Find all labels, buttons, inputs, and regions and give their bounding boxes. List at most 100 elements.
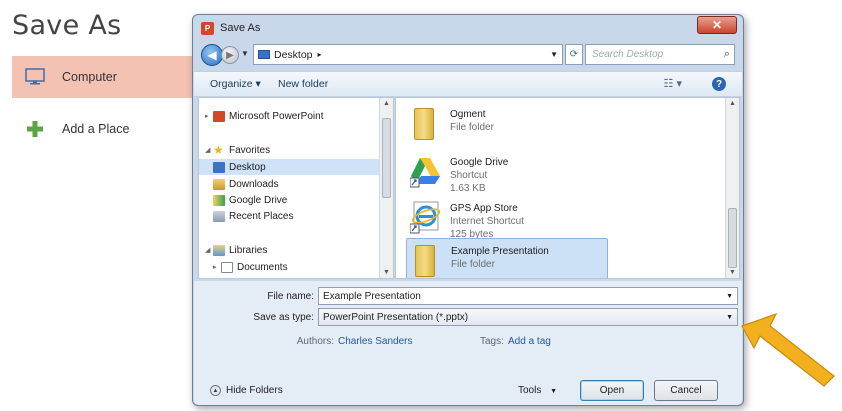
authors-label: Authors: [296,336,334,347]
breadcrumb-chevron-icon[interactable]: ▸ [318,50,322,59]
nav-item-label: Libraries [229,244,268,256]
powerpoint-icon [213,110,225,122]
nav-item-label: Google Drive [229,194,288,206]
cancel-button[interactable]: Cancel [654,380,718,401]
backstage-item-label: Add a Place [62,122,130,136]
nav-item-desktop[interactable]: Desktop [199,159,379,175]
google-drive-icon [213,194,225,206]
scrollbar-thumb[interactable] [728,208,737,268]
desktop-icon [213,161,225,173]
save-as-type-label: Save as type: [253,312,314,323]
file-name: Example Presentation [451,246,549,257]
save-as-type-select[interactable]: PowerPoint Presentation (*.pptx) ▼ [318,308,738,326]
scroll-down-icon[interactable]: ▼ [383,269,390,276]
tags-label: Tags: [480,336,504,347]
expand-arrow-icon[interactable]: ▸ [205,112,213,120]
backstage-item-add-a-place[interactable]: Add a Place [12,108,202,150]
scroll-up-icon[interactable]: ▲ [729,100,736,107]
tools-label: Tools [518,385,542,396]
page-title: Save As [12,10,122,41]
refresh-icon[interactable]: ⟳ [565,44,583,65]
nav-item-google-drive[interactable]: Google Drive [213,192,287,208]
nav-item-recent-places[interactable]: Recent Places [213,208,293,224]
save-options-panel: File name: Example Presentation ▼ Save a… [194,281,742,405]
scrollbar-thumb[interactable] [382,118,391,198]
folder-icon [411,243,445,278]
dialog-toolbar: Organize ▾ New folder ☷ ▾ ? [194,71,742,97]
nav-item-label: Documents [237,261,288,273]
open-button[interactable]: Open [580,380,644,401]
internet-explorer-icon [409,200,444,238]
file-type: Shortcut [450,170,488,181]
search-placeholder: Search Desktop [592,49,664,60]
nav-item-documents[interactable]: ▸ Documents [213,259,288,275]
address-dropdown-icon[interactable]: ▼ [550,50,558,59]
chevron-up-icon: ▲ [210,385,221,396]
nav-item-favorites[interactable]: ◢ ★ Favorites [205,142,270,158]
file-item-ogment[interactable]: Ogment File folder [406,102,606,148]
search-input[interactable]: Search Desktop ⌕ [585,44,735,65]
callout-arrow-icon [741,312,835,387]
nav-item-label: Favorites [229,144,271,156]
star-icon: ★ [213,142,224,157]
collapse-arrow-icon[interactable]: ◢ [205,146,213,154]
save-as-dialog: P Save As ✕ ◀ ▶ ▼ Desktop ▸ ▼ ⟳ Search D… [192,14,744,406]
chevron-down-icon[interactable]: ▼ [726,293,733,300]
libraries-icon [213,244,225,256]
folder-icon [410,106,444,144]
file-item-gps-app-store[interactable]: GPS App Store Internet Shortcut 125 byte… [406,196,606,242]
nav-item-downloads[interactable]: Downloads [213,176,278,192]
plus-icon [24,120,46,138]
file-item-google-drive[interactable]: Google Drive Shortcut 1.63 KB [406,150,606,196]
change-view-icon[interactable]: ☷ ▾ [664,77,682,90]
backstage-item-label: Computer [62,70,117,84]
authors-field[interactable]: Charles Sanders [338,336,412,347]
file-size: 1.63 KB [450,183,486,194]
nav-pane-scrollbar[interactable]: ▲ ▼ [379,98,393,278]
file-name-label: File name: [267,291,314,302]
recent-locations-dropdown-icon[interactable]: ▼ [241,49,249,58]
close-button[interactable]: ✕ [697,16,737,34]
documents-icon [221,261,233,273]
file-name-input[interactable]: Example Presentation ▼ [318,287,738,305]
powerpoint-icon: P [201,21,214,35]
chevron-down-icon: ▼ [550,388,558,395]
breadcrumb-desktop[interactable]: Desktop [274,49,313,61]
navigation-pane: ▸ Microsoft PowerPoint ◢ ★ Favorites Des… [198,97,394,279]
file-item-example-presentation[interactable]: Example Presentation File folder [406,238,608,278]
file-list: Ogment File folder Google Drive Shortcut… [395,97,740,279]
file-name-value: Example Presentation [323,290,421,302]
new-folder-button[interactable]: New folder [278,78,328,90]
hide-folders-button[interactable]: ▲ Hide Folders [210,385,283,396]
nav-item-microsoft-powerpoint[interactable]: ▸ Microsoft PowerPoint [205,108,323,124]
file-list-scrollbar[interactable]: ▲ ▼ [725,98,739,278]
file-type: Internet Shortcut [450,216,524,227]
dialog-title: Save As [220,22,261,34]
search-icon[interactable]: ⌕ [724,48,730,61]
organize-button[interactable]: Organize ▾ [210,78,261,90]
dialog-titlebar[interactable]: P Save As ✕ [193,15,743,41]
scroll-up-icon[interactable]: ▲ [383,100,390,107]
scroll-down-icon[interactable]: ▼ [729,269,736,276]
recent-places-icon [213,210,225,222]
downloads-icon [213,178,225,190]
file-name: Ogment [450,109,486,120]
computer-icon [24,68,46,86]
save-as-type-value: PowerPoint Presentation (*.pptx) [323,311,469,323]
address-bar[interactable]: Desktop ▸ ▼ [253,44,563,65]
nav-item-label: Recent Places [229,210,294,222]
help-icon[interactable]: ? [712,77,726,91]
expand-arrow-icon[interactable]: ▸ [213,263,221,271]
collapse-arrow-icon[interactable]: ◢ [205,246,213,254]
file-type: File folder [450,122,494,133]
google-drive-shortcut-icon [409,154,444,192]
backstage-item-computer[interactable]: Computer [12,56,202,98]
forward-arrow-icon[interactable]: ▶ [221,46,239,64]
nav-item-libraries[interactable]: ◢ Libraries [205,242,267,258]
hide-folders-label: Hide Folders [226,385,283,396]
desktop-icon [258,50,270,59]
file-name: GPS App Store [450,203,518,214]
tags-field[interactable]: Add a tag [508,336,551,347]
tools-button[interactable]: Tools ▼ [518,385,557,396]
back-arrow-icon[interactable]: ◀ [201,44,223,66]
